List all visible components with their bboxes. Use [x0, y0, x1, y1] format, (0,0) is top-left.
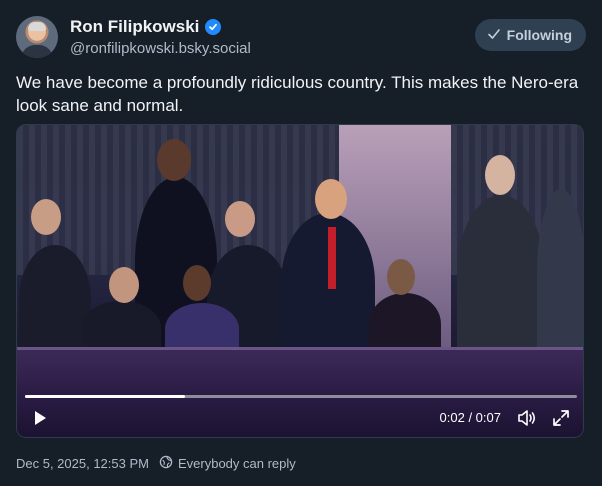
video-figure [225, 201, 255, 237]
video-figure [369, 293, 441, 355]
following-button-label: Following [506, 27, 572, 43]
avatar-hair [28, 22, 46, 31]
video-progress-bar[interactable] [25, 395, 577, 398]
video-figure [387, 259, 415, 295]
video-figure [109, 267, 139, 303]
video-figure [31, 199, 61, 235]
check-icon [487, 27, 501, 44]
video-time: 0:02 / 0:07 [439, 410, 501, 425]
post-meta: Dec 5, 2025, 12:53 PM Everybody can repl… [16, 455, 296, 472]
avatar[interactable] [16, 16, 58, 58]
author-handle[interactable]: @ronfilipkowski.bsky.social [70, 40, 251, 57]
reply-setting-label: Everybody can reply [177, 456, 296, 471]
avatar-shirt [21, 45, 53, 58]
video-progress-fill [25, 395, 186, 398]
video-figure [157, 139, 191, 181]
video-figure [315, 179, 347, 219]
video-figure [328, 227, 336, 289]
reply-setting: Everybody can reply [159, 455, 296, 472]
video-figure [183, 265, 211, 301]
video-figure [457, 195, 545, 355]
volume-icon[interactable] [517, 408, 537, 433]
post-text: We have become a profoundly ridiculous c… [16, 73, 579, 115]
video-controls: 0:02 / 0:07 [17, 403, 583, 433]
author-name-row: Ron Filipkowski [70, 17, 222, 37]
post-timestamp[interactable]: Dec 5, 2025, 12:53 PM [16, 456, 149, 471]
verified-badge-icon [205, 19, 222, 35]
play-icon[interactable] [31, 409, 49, 432]
following-button[interactable]: Following [474, 19, 586, 51]
video-figure [485, 155, 515, 195]
video-figure [537, 189, 583, 355]
video-player[interactable]: 0:02 / 0:07 [16, 124, 584, 438]
globe-icon [159, 455, 173, 472]
video-balcony-rail [17, 347, 583, 350]
fullscreen-icon[interactable] [551, 408, 571, 433]
author-display-name[interactable]: Ron Filipkowski [70, 17, 199, 37]
